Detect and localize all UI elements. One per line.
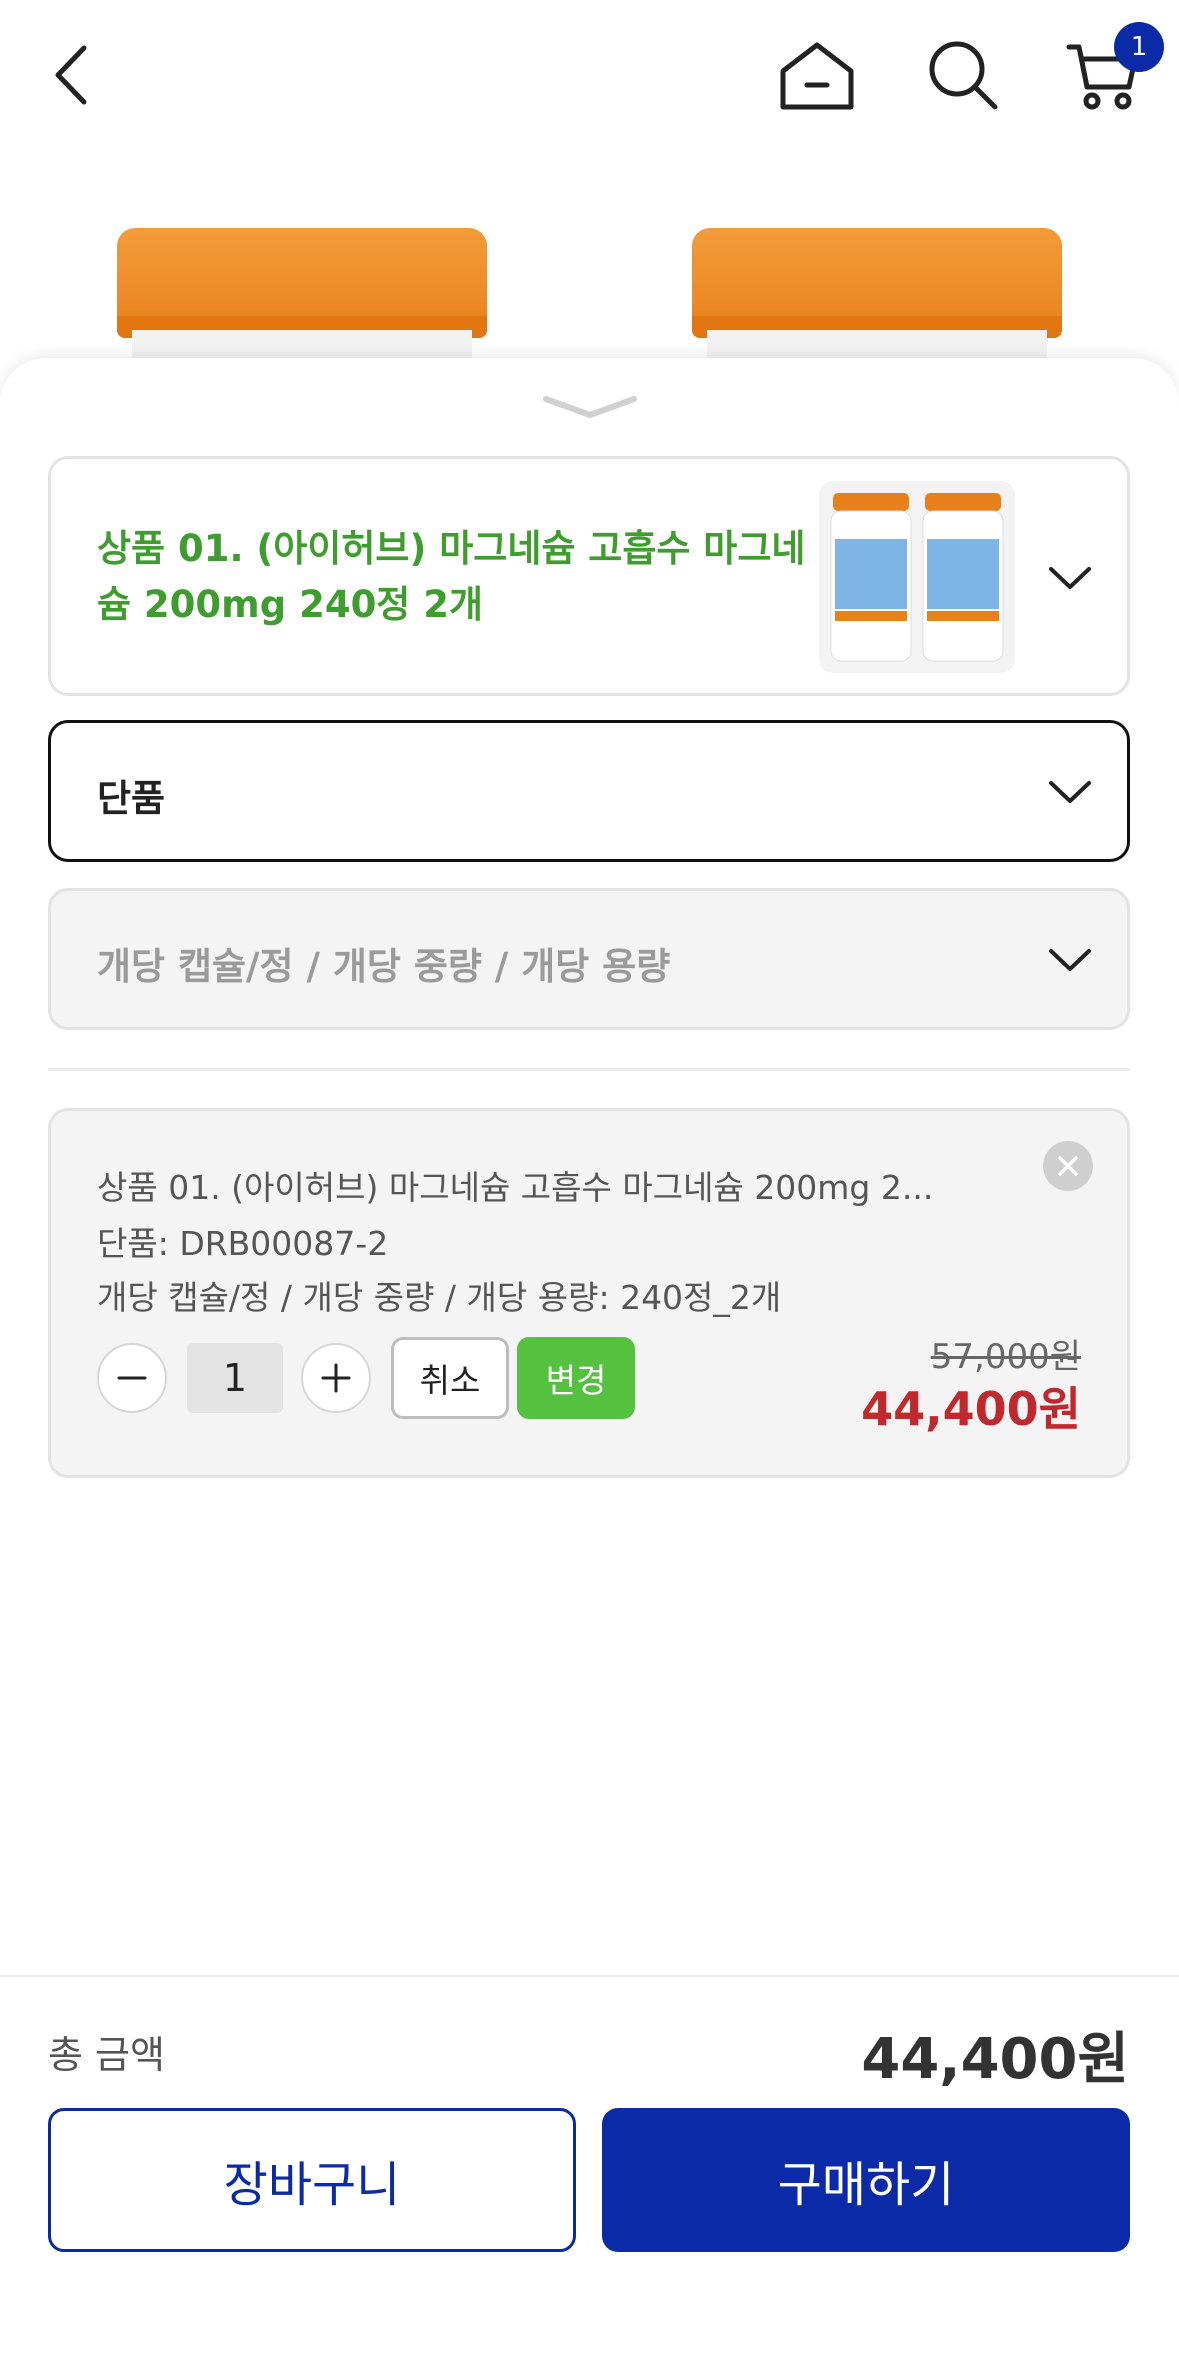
option2-placeholder: 개당 캡슐/정 / 개당 중량 / 개당 용량 [97,945,671,988]
minus-icon [117,1376,147,1380]
chevron-down-icon [1049,781,1091,803]
plus-icon [321,1363,351,1393]
close-icon [1058,1156,1078,1176]
chevron-down-icon [1049,567,1091,589]
back-button[interactable] [26,30,116,120]
chevron-left-icon [55,45,87,105]
decrease-quantity-button[interactable] [97,1343,167,1413]
buy-now-button[interactable]: 구매하기 [602,2108,1130,2252]
footer-divider [0,1975,1179,1977]
home-icon [780,42,854,110]
top-navigation: 1 [0,0,1179,150]
cancel-button[interactable]: 취소 [391,1337,509,1419]
cart-count-badge: 1 [1114,22,1164,72]
selected-item-card: 상품 01. (아이허브) 마그네슘 고흡수 마그네슘 200mg 2... 단… [48,1108,1130,1478]
search-icon [929,41,998,110]
bottle-lid [117,228,487,338]
product-title: 상품 01. (아이허브) 마그네슘 고흡수 마그네슘 200mg 240정 2… [97,527,806,626]
original-price: 57,000원 [930,1337,1081,1377]
quantity-value[interactable]: 1 [187,1343,283,1413]
option-bottom-sheet: 상품 01. (아이허브) 마그네슘 고흡수 마그네슘 200mg 240정 2… [0,358,1179,2379]
product-select-dropdown[interactable]: 상품 01. (아이허브) 마그네슘 고흡수 마그네슘 200mg 240정 2… [48,456,1130,696]
change-button[interactable]: 변경 [517,1337,635,1419]
remove-item-button[interactable] [1043,1141,1093,1191]
chevron-down-icon [1049,949,1091,971]
total-value: 44,400원 [861,2027,1129,2092]
selected-item-option1: 단품: DRB00087-2 [97,1224,389,1263]
product-thumbnail [819,481,1015,673]
search-button[interactable] [918,30,1008,120]
selected-item-name: 상품 01. (아이허브) 마그네슘 고흡수 마그네슘 200mg 2... [97,1168,934,1207]
add-to-cart-button[interactable]: 장바구니 [48,2108,576,2252]
sheet-collapse-handle[interactable] [540,393,640,423]
selected-item-option2: 개당 캡슐/정 / 개당 중량 / 개당 용량: 240정_2개 [97,1278,782,1317]
total-label: 총 금액 [48,2033,165,2077]
option1-select[interactable]: 단품 [48,720,1130,862]
home-button[interactable] [772,30,862,120]
option1-value: 단품 [97,777,166,820]
increase-quantity-button[interactable] [301,1343,371,1413]
bottle-lid [692,228,1062,338]
sale-price: 44,400원 [861,1382,1081,1436]
chevron-down-icon [543,396,637,418]
divider [48,1068,1130,1071]
option2-select[interactable]: 개당 캡슐/정 / 개당 중량 / 개당 용량 [48,888,1130,1030]
